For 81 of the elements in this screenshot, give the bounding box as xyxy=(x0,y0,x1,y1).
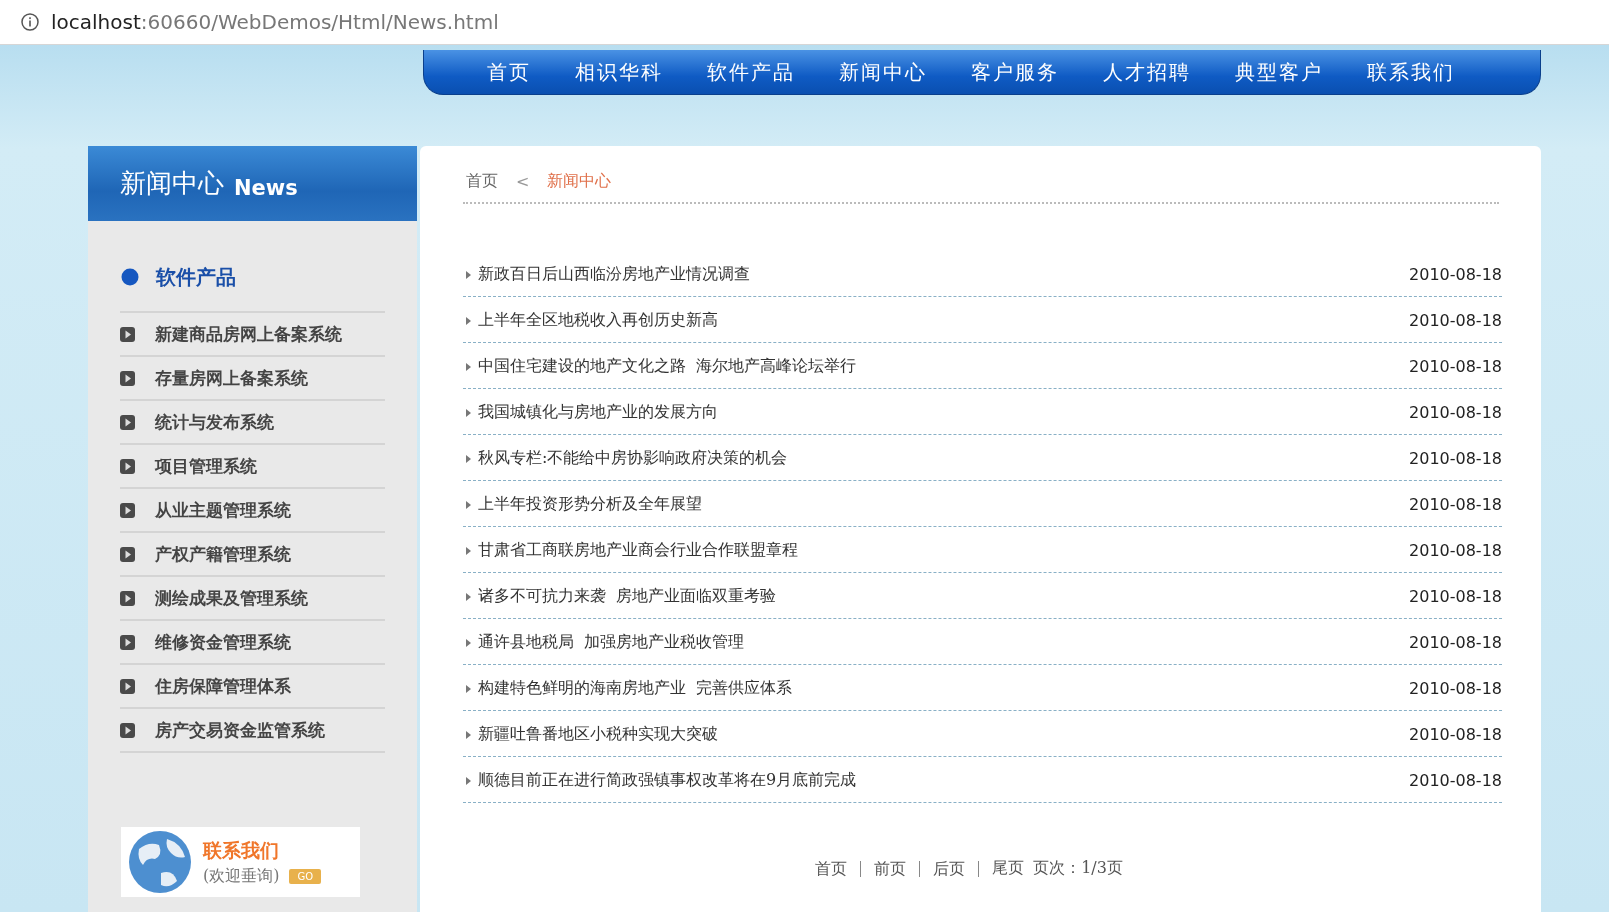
breadcrumb-link[interactable]: 首页 xyxy=(466,170,498,192)
pagination-link[interactable]: 后页 xyxy=(920,860,980,877)
play-icon xyxy=(120,502,135,518)
news-date: 2010-08-18 xyxy=(1409,633,1502,652)
nav-link[interactable]: 新闻中心 xyxy=(839,58,927,86)
triangle-icon xyxy=(466,454,471,463)
news-link[interactable]: 诸多不可抗力来袭 房地产业面临双重考验 xyxy=(478,586,1409,607)
news-link[interactable]: 秋风专栏:不能给中房协影响政府决策的机会 xyxy=(478,448,1409,469)
news-date: 2010-08-18 xyxy=(1409,311,1502,330)
triangle-icon xyxy=(466,500,471,509)
sidebar-item[interactable]: 产权产籍管理系统 xyxy=(120,533,385,577)
breadcrumb-current: 新闻中心 xyxy=(547,170,612,192)
nav-link[interactable]: 软件产品 xyxy=(707,58,795,86)
play-icon xyxy=(120,590,135,606)
contact-title: 联系我们 xyxy=(203,837,280,863)
triangle-icon xyxy=(466,776,471,785)
sidebar-item[interactable]: 新建商品房网上备案系统 xyxy=(120,313,385,357)
news-date: 2010-08-18 xyxy=(1409,357,1502,376)
nav-link[interactable]: 典型客户 xyxy=(1235,58,1323,86)
play-icon xyxy=(120,678,135,694)
sidebar-item[interactable]: 住房保障管理体系 xyxy=(120,665,385,709)
breadcrumb-separator: < xyxy=(516,171,530,191)
category-heading: 软件产品 xyxy=(156,263,236,291)
nav-link[interactable]: 联系我们 xyxy=(1367,58,1455,86)
news-date: 2010-08-18 xyxy=(1409,725,1502,744)
triangle-icon xyxy=(466,546,471,555)
news-link[interactable]: 顺德目前正在进行简政强镇事权改革将在9月底前完成 xyxy=(478,770,1409,791)
sidebar-item[interactable]: 统计与发布系统 xyxy=(120,401,385,445)
page-indicator: 页次：1/3页 xyxy=(1033,858,1123,879)
triangle-icon xyxy=(466,684,471,693)
nav-link[interactable]: 客户服务 xyxy=(971,58,1059,86)
news-link[interactable]: 通许县地税局 加强房地产业税收管理 xyxy=(478,632,1409,653)
news-date: 2010-08-18 xyxy=(1409,265,1502,284)
news-date: 2010-08-18 xyxy=(1409,403,1502,422)
address-field[interactable]: localhost:60660/WebDemos/Html/News.html xyxy=(51,10,499,34)
play-icon xyxy=(120,458,135,474)
news-link[interactable]: 上半年全区地税收入再创历史新高 xyxy=(478,310,1409,331)
news-date: 2010-08-18 xyxy=(1409,449,1502,468)
sidebar-item[interactable]: 测绘成果及管理系统 xyxy=(120,577,385,621)
sidebar-item[interactable]: 房产交易资金监管系统 xyxy=(120,709,385,753)
news-link[interactable]: 上半年投资形势分析及全年展望 xyxy=(478,494,1409,515)
news-link[interactable]: 我国城镇化与房地产业的发展方向 xyxy=(478,402,1409,423)
contact-subtitle: (欢迎垂询) xyxy=(203,865,280,887)
pagination-link[interactable]: 前页 xyxy=(861,860,921,877)
play-icon xyxy=(120,722,135,738)
triangle-icon xyxy=(466,316,471,325)
news-date: 2010-08-18 xyxy=(1409,495,1502,514)
bullet-icon xyxy=(121,268,139,286)
nav-link[interactable]: 首页 xyxy=(487,58,531,86)
play-icon xyxy=(120,414,135,430)
triangle-icon xyxy=(466,362,471,371)
sidebar-title-english: News xyxy=(234,175,298,200)
news-date: 2010-08-18 xyxy=(1409,587,1502,606)
pagination-link[interactable]: 首页 xyxy=(802,860,862,877)
play-icon xyxy=(120,326,135,342)
nav-link[interactable]: 人才招聘 xyxy=(1103,58,1191,86)
news-date: 2010-08-18 xyxy=(1409,679,1502,698)
triangle-icon xyxy=(466,730,471,739)
news-link[interactable]: 甘肃省工商联房地产业商会行业合作联盟章程 xyxy=(478,540,1409,561)
news-link[interactable]: 新政百日后山西临汾房地产业情况调查 xyxy=(478,264,1409,285)
triangle-icon xyxy=(466,592,471,601)
sidebar-item[interactable]: 项目管理系统 xyxy=(120,445,385,489)
globe-icon xyxy=(127,829,193,895)
play-icon xyxy=(120,634,135,650)
sidebar-title: 新闻中心 xyxy=(120,167,224,200)
play-icon xyxy=(120,370,135,386)
sidebar-item[interactable]: 维修资金管理系统 xyxy=(120,621,385,665)
news-link[interactable]: 新疆吐鲁番地区小税种实现大突破 xyxy=(478,724,1409,745)
news-date: 2010-08-18 xyxy=(1409,771,1502,790)
sidebar-item[interactable]: 存量房网上备案系统 xyxy=(120,357,385,401)
news-date: 2010-08-18 xyxy=(1409,541,1502,560)
news-link[interactable]: 中国住宅建设的地产文化之路 海尔地产高峰论坛举行 xyxy=(478,356,1409,377)
news-link[interactable]: 构建特色鲜明的海南房地产业 完善供应体系 xyxy=(478,678,1409,699)
triangle-icon xyxy=(466,408,471,417)
info-icon xyxy=(21,13,39,31)
nav-link[interactable]: 相识华科 xyxy=(575,58,663,86)
contact-card[interactable]: 联系我们 (欢迎垂询) GO xyxy=(121,827,360,897)
triangle-icon xyxy=(466,270,471,279)
sidebar-item[interactable]: 从业主题管理系统 xyxy=(120,489,385,533)
play-icon xyxy=(120,546,135,562)
triangle-icon xyxy=(466,638,471,647)
